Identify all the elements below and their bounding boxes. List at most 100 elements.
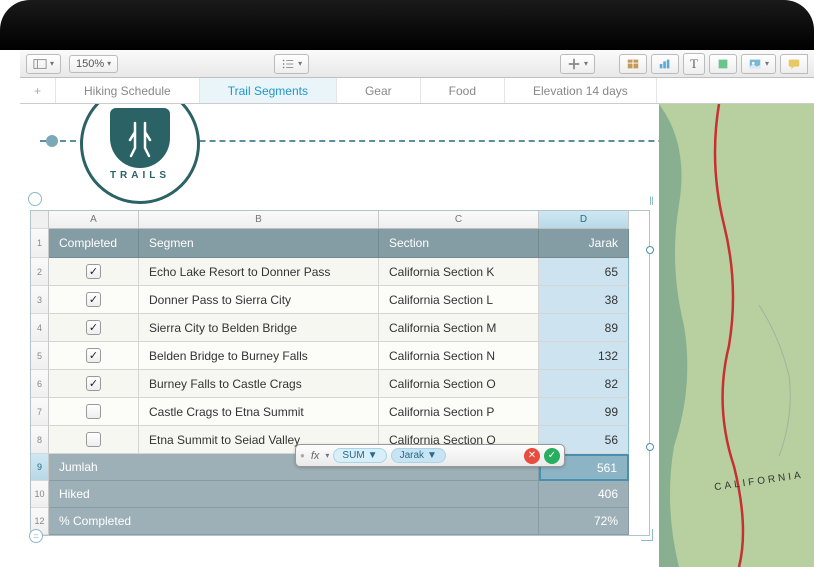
table-footer-row: 12% Completed72% (31, 508, 649, 535)
footer-label[interactable]: Hiked (49, 481, 539, 508)
alignment-handle[interactable] (46, 135, 58, 147)
col-header-a[interactable]: A (49, 211, 139, 229)
sheet-tabs: + Hiking Schedule Trail Segments Gear Fo… (20, 78, 814, 104)
header-segment[interactable]: Segmen (139, 229, 379, 258)
cell-completed[interactable] (49, 398, 139, 426)
cell-segment[interactable]: Belden Bridge to Burney Falls (139, 342, 379, 370)
checkbox[interactable] (86, 432, 101, 447)
selection-handle[interactable] (646, 443, 654, 451)
chevron-down-icon[interactable]: ▾ (325, 451, 329, 460)
table-button[interactable] (619, 54, 647, 74)
cell-distance[interactable]: 38 (539, 286, 629, 314)
cell-distance[interactable]: 82 (539, 370, 629, 398)
selection-handle[interactable] (646, 246, 654, 254)
table-resize-handle[interactable] (641, 529, 653, 541)
cell-completed[interactable]: ✓ (49, 286, 139, 314)
checkbox[interactable]: ✓ (86, 264, 101, 279)
text-button[interactable]: T (683, 53, 705, 75)
formula-accept-button[interactable]: ✓ (544, 448, 560, 464)
table-row: 4 ✓ Sierra City to Belden BridgeCalifornia… (31, 314, 649, 342)
tab-trail-segments[interactable]: Trail Segments (200, 78, 337, 103)
footer-value[interactable]: 72% (539, 508, 629, 535)
table-row: 6 ✓ Burney Falls to Castle CragsCalifornia… (31, 370, 649, 398)
cell-segment[interactable]: Echo Lake Resort to Donner Pass (139, 258, 379, 286)
col-header-c[interactable]: C (379, 211, 539, 229)
checkbox[interactable]: ✓ (86, 320, 101, 335)
cell-completed[interactable] (49, 426, 139, 454)
list-style-button[interactable]: ▾ (274, 54, 309, 74)
insert-button[interactable]: ▾ (560, 54, 595, 74)
cell-section[interactable]: California Section M (379, 314, 539, 342)
row-number[interactable]: 4 (31, 314, 49, 342)
col-header-d[interactable]: D (539, 211, 629, 229)
map-image[interactable]: CALIFORNIA (659, 104, 814, 567)
cell-section[interactable]: California Section L (379, 286, 539, 314)
row-number[interactable]: 1 (31, 229, 49, 258)
table-footer-row: 10Hiked406 (31, 481, 649, 508)
table-row: 3 ✓ Donner Pass to Sierra CityCalifornia S… (31, 286, 649, 314)
checkbox[interactable]: ✓ (86, 292, 101, 307)
view-menu-button[interactable]: ▾ (26, 54, 61, 74)
media-button[interactable]: ▾ (741, 54, 776, 74)
checkbox[interactable] (86, 404, 101, 419)
zoom-selector[interactable]: 150% ▾ (69, 55, 118, 73)
cell-completed[interactable]: ✓ (49, 370, 139, 398)
cell-distance[interactable]: 65 (539, 258, 629, 286)
table-row: 7 Castle Crags to Etna SummitCalifornia S… (31, 398, 649, 426)
tab-elevation[interactable]: Elevation 14 days (505, 78, 657, 103)
col-header-b[interactable]: B (139, 211, 379, 229)
row-number[interactable]: 9 (31, 454, 49, 481)
formula-function-token[interactable]: SUM▼ (333, 448, 386, 463)
cell-completed[interactable]: ✓ (49, 342, 139, 370)
chevron-down-icon: ▾ (50, 59, 54, 68)
row-number[interactable]: 10 (31, 481, 49, 508)
cell-section[interactable]: California Section O (379, 370, 539, 398)
row-number[interactable]: 5 (31, 342, 49, 370)
tab-gear[interactable]: Gear (337, 78, 421, 103)
cell-segment[interactable]: Donner Pass to Sierra City (139, 286, 379, 314)
cell-segment[interactable]: Castle Crags to Etna Summit (139, 398, 379, 426)
cell-distance[interactable]: 132 (539, 342, 629, 370)
cell-distance[interactable]: 89 (539, 314, 629, 342)
table-row-add-handle[interactable]: = (29, 529, 43, 543)
cell-completed[interactable]: ✓ (49, 314, 139, 342)
shape-button[interactable] (709, 54, 737, 74)
fx-icon: fx (309, 450, 322, 462)
logo-text: TRAILS (110, 170, 170, 181)
table-row: 2 ✓ Echo Lake Resort to Donner PassCalifor… (31, 258, 649, 286)
cell-completed[interactable]: ✓ (49, 258, 139, 286)
row-number[interactable]: 7 (31, 398, 49, 426)
zoom-value: 150% (76, 58, 104, 70)
footer-value[interactable]: 406 (539, 481, 629, 508)
cell-section[interactable]: California Section P (379, 398, 539, 426)
chevron-down-icon: ▾ (107, 59, 111, 68)
cell-segment[interactable]: Burney Falls to Castle Crags (139, 370, 379, 398)
cell-segment[interactable]: Sierra City to Belden Bridge (139, 314, 379, 342)
table-column-add-handle[interactable]: ǁ (649, 194, 652, 208)
row-number[interactable]: 6 (31, 370, 49, 398)
comment-button[interactable] (780, 54, 808, 74)
footer-label[interactable]: % Completed (49, 508, 539, 535)
formula-arg-token[interactable]: Jarak ▼ (391, 448, 446, 463)
trails-logo[interactable]: TRAILS (80, 104, 200, 204)
table-origin-handle[interactable] (28, 192, 42, 206)
formula-cancel-button[interactable]: ✕ (524, 448, 540, 464)
corner-cell[interactable] (31, 211, 49, 229)
chevron-down-icon: ▾ (765, 59, 769, 68)
row-number[interactable]: 2 (31, 258, 49, 286)
row-number[interactable]: 3 (31, 286, 49, 314)
cell-section[interactable]: California Section K (379, 258, 539, 286)
checkbox[interactable]: ✓ (86, 376, 101, 391)
header-distance[interactable]: Jarak (539, 229, 629, 258)
cell-distance[interactable]: 99 (539, 398, 629, 426)
formula-editor[interactable]: ● fx ▾ SUM▼ Jarak ▼ ✕ ✓ (295, 444, 565, 467)
header-section[interactable]: Section (379, 229, 539, 258)
checkbox[interactable]: ✓ (86, 348, 101, 363)
chart-button[interactable] (651, 54, 679, 74)
add-sheet-button[interactable]: + (20, 78, 56, 103)
tab-food[interactable]: Food (421, 78, 505, 103)
header-completed[interactable]: Completed (49, 229, 139, 258)
cell-section[interactable]: California Section N (379, 342, 539, 370)
tab-hiking-schedule[interactable]: Hiking Schedule (56, 78, 200, 103)
row-number[interactable]: 8 (31, 426, 49, 454)
